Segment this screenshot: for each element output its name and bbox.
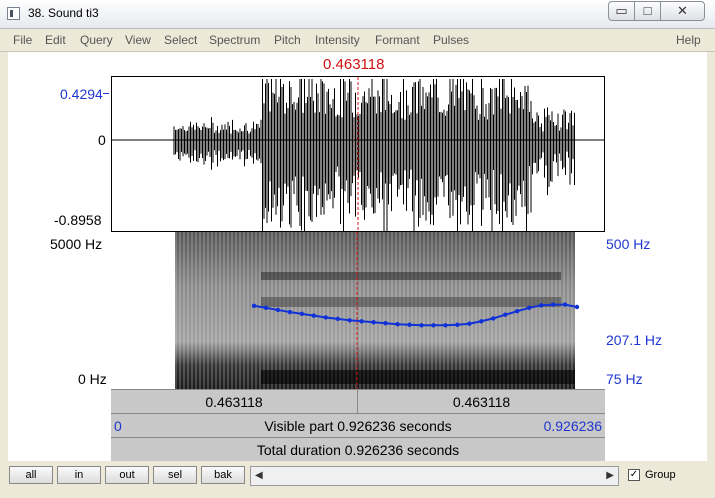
menu-spectrum[interactable]: Spectrum <box>209 33 260 47</box>
app-icon <box>7 7 20 20</box>
pitch-point <box>407 322 412 327</box>
waveform-max-tick <box>103 93 109 94</box>
spectrogram-bottom-label: 0 Hz <box>78 371 107 387</box>
pitch-point <box>335 316 340 322</box>
menu-help[interactable]: Help <box>676 33 701 47</box>
menu-bar: File Edit Query View Select Spectrum Pit… <box>0 29 715 52</box>
checkmark-icon: ✓ <box>629 469 639 480</box>
maximize-icon: □ <box>643 3 652 18</box>
pitch-point <box>323 315 328 320</box>
waveform-max-label: 0.4294 <box>60 86 103 102</box>
pitch-point <box>371 320 376 325</box>
pitch-point <box>443 323 448 328</box>
menu-view[interactable]: View <box>125 33 151 47</box>
scroll-left-icon[interactable]: ◀ <box>255 470 263 481</box>
window-title: 38. Sound ti3 <box>28 6 99 20</box>
pitch-point <box>359 319 364 324</box>
scroll-right-icon[interactable]: ▶ <box>606 470 614 481</box>
time-bar-right[interactable]: 0.463118 <box>357 389 605 413</box>
menu-file[interactable]: File <box>13 33 32 47</box>
menu-pulses[interactable]: Pulses <box>433 33 469 47</box>
pitch-point <box>491 316 496 321</box>
menu-select[interactable]: Select <box>164 33 197 47</box>
pitch-point <box>467 321 472 326</box>
cursor-time-label: 0.463118 <box>323 56 385 73</box>
group-checkbox[interactable]: ✓ <box>628 469 640 481</box>
visible-part-bar[interactable]: 0 Visible part 0.926236 seconds 0.926236 <box>111 413 605 437</box>
spectrogram-top-label: 5000 Hz <box>50 236 103 252</box>
waveform-min-label: -0.8958 <box>54 212 102 228</box>
maximize-button[interactable]: □ <box>634 1 661 21</box>
total-duration-bar[interactable]: Total duration 0.926236 seconds <box>111 437 605 461</box>
waveform-zero-label: 0 <box>98 132 106 148</box>
spectrogram-svg <box>175 232 580 389</box>
time-left-value: 0.463118 <box>205 394 263 410</box>
menu-intensity[interactable]: Intensity <box>315 33 360 47</box>
pitch-point <box>347 318 352 323</box>
pitch-mid-label: 207.1 Hz <box>606 332 663 348</box>
pitch-point <box>479 319 484 324</box>
pitch-point <box>395 322 400 327</box>
pitch-point <box>299 311 305 317</box>
time-bar-left[interactable]: 0.463118 <box>111 389 357 413</box>
pitch-point <box>550 302 556 307</box>
group-label: Group <box>645 469 676 481</box>
menu-pitch[interactable]: Pitch <box>274 33 301 47</box>
visible-end: 0.926236 <box>543 418 602 434</box>
pitch-point <box>538 303 544 308</box>
horizontal-scrollbar[interactable]: ◀ ▶ <box>250 466 619 486</box>
pitch-bottom-label: 75 Hz <box>606 371 643 387</box>
zoom-selection-button[interactable]: sel <box>153 466 197 484</box>
zoom-in-button[interactable]: in <box>57 466 101 484</box>
visible-part-text: Visible part 0.926236 seconds <box>264 418 452 434</box>
pitch-point <box>383 321 388 326</box>
menu-edit[interactable]: Edit <box>45 33 66 47</box>
pitch-point <box>419 323 424 328</box>
pitch-point <box>526 305 532 311</box>
pitch-point <box>311 313 317 318</box>
zoom-out-button[interactable]: out <box>105 466 149 484</box>
menu-query[interactable]: Query <box>80 33 113 47</box>
close-icon: ✕ <box>677 3 688 18</box>
pitch-point <box>455 322 460 327</box>
close-button[interactable]: ✕ <box>660 1 705 21</box>
pitch-point <box>514 309 520 314</box>
minimize-icon: ▭ <box>615 3 628 18</box>
pitch-point <box>275 307 281 313</box>
waveform-svg <box>112 77 604 231</box>
pitch-point <box>251 303 257 308</box>
pitch-point <box>263 305 269 311</box>
pitch-point <box>431 323 436 328</box>
zoom-back-button[interactable]: bak <box>201 466 245 484</box>
pitch-top-label: 500 Hz <box>606 236 651 252</box>
pitch-point <box>574 304 580 310</box>
total-duration-text: Total duration 0.926236 seconds <box>256 442 460 458</box>
minimize-button[interactable]: ▭ <box>608 1 635 21</box>
time-right-value: 0.463118 <box>452 394 511 410</box>
all-button[interactable]: all <box>9 466 53 484</box>
spectrogram-panel[interactable] <box>111 232 605 389</box>
waveform-panel[interactable] <box>111 76 605 232</box>
pitch-point <box>562 302 568 307</box>
menu-formant[interactable]: Formant <box>375 33 420 47</box>
pitch-point <box>503 312 508 317</box>
pitch-point <box>287 309 293 315</box>
